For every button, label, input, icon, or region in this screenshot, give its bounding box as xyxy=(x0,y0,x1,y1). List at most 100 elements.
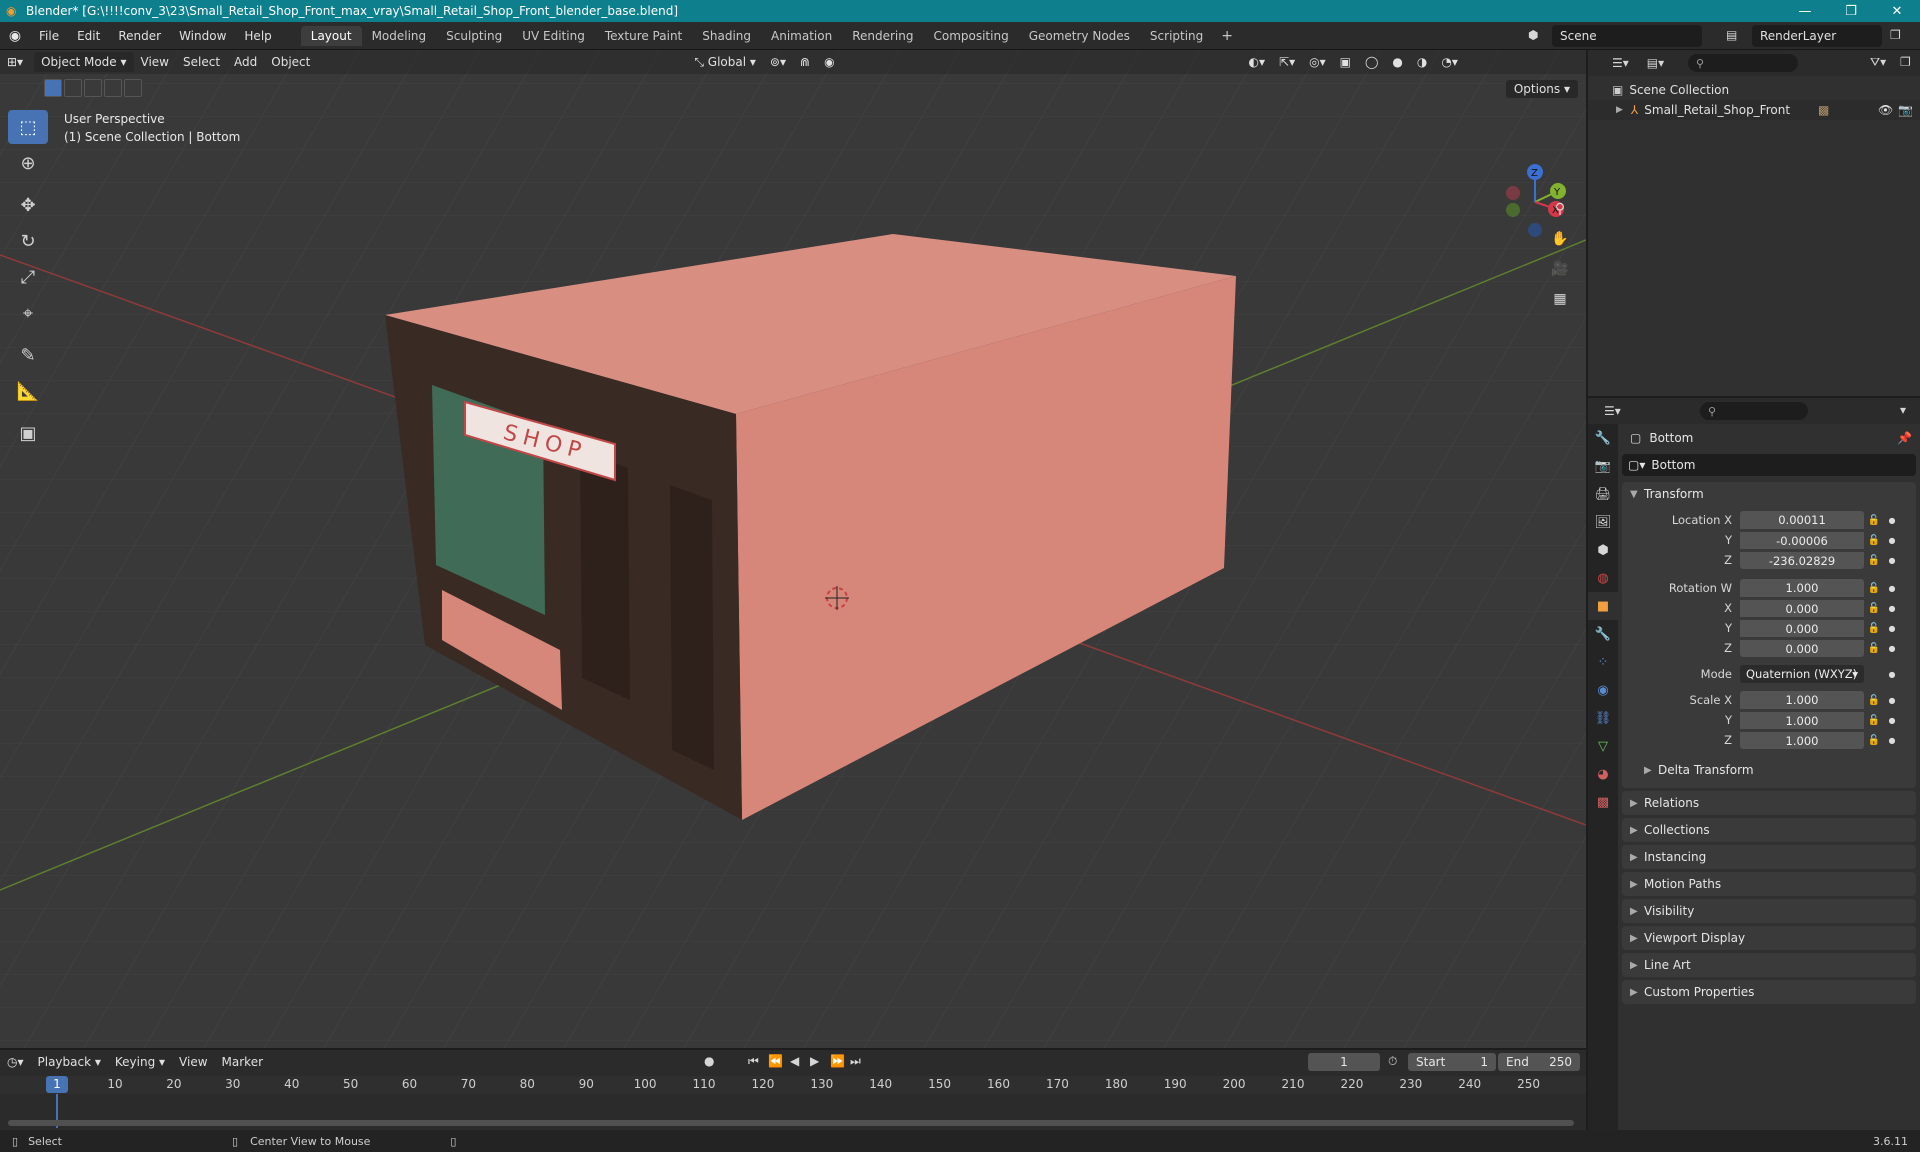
lock-icon[interactable]: 🔓 xyxy=(1864,643,1884,654)
filter-icon[interactable]: ⛛▾ xyxy=(1870,55,1886,70)
panel-line-art[interactable]: ▶ Line Art xyxy=(1622,953,1916,977)
outliner-item-row[interactable]: ▶ ⅄ Small_Retail_Shop_Front ▩ 👁 📷 xyxy=(1588,100,1920,120)
snap-icon[interactable]: ⋒ xyxy=(793,52,817,72)
tool-tab-icon[interactable]: 🔧 xyxy=(1588,424,1618,452)
gizmo-toggle-icon[interactable]: ⇱▾ xyxy=(1272,52,1302,72)
new-collection-icon[interactable]: ❐ xyxy=(1900,55,1911,69)
tab-scripting[interactable]: Scripting xyxy=(1140,26,1213,46)
rotation-y-field[interactable]: 0.000 xyxy=(1740,619,1864,637)
render-tab-icon[interactable]: 📷 xyxy=(1588,452,1618,480)
keyframe-dot-icon[interactable]: ● xyxy=(1884,670,1900,679)
select-invert-icon[interactable] xyxy=(104,79,122,97)
cursor-tool-icon[interactable]: ⊕ xyxy=(8,146,48,180)
timeline-current-frame[interactable]: 1 xyxy=(46,1076,68,1093)
render-layer-selector[interactable]: RenderLayer xyxy=(1752,25,1882,47)
close-button[interactable]: ✕ xyxy=(1874,0,1920,22)
properties-editor-icon[interactable]: ☰▾ xyxy=(1604,404,1621,418)
object-type-icon[interactable]: ▢▾ xyxy=(1628,458,1645,472)
add-workspace-button[interactable]: + xyxy=(1213,28,1241,44)
panel-collections[interactable]: ▶ Collections xyxy=(1622,818,1916,842)
scale-y-field[interactable]: 1.000 xyxy=(1740,711,1864,729)
rotation-w-field[interactable]: 1.000 xyxy=(1740,579,1864,597)
object-data-icon[interactable]: ▩ xyxy=(1818,103,1829,117)
current-frame-field[interactable]: 1 xyxy=(1308,1053,1380,1071)
menu-help[interactable]: Help xyxy=(235,29,280,43)
scene-selector[interactable]: Scene xyxy=(1552,25,1702,47)
mode-dropdown[interactable]: Object Mode ▾ xyxy=(34,52,134,72)
keyframe-dot-icon[interactable]: ● xyxy=(1884,536,1900,545)
menu-edit[interactable]: Edit xyxy=(68,29,109,43)
editor-type-icon[interactable]: ⊞▾ xyxy=(0,52,30,72)
render-layer-icon[interactable]: ▤ xyxy=(1726,28,1737,42)
keyframe-dot-icon[interactable]: ● xyxy=(1884,736,1900,745)
end-frame-field[interactable]: End 250 xyxy=(1498,1053,1580,1071)
timeline-scrollbar[interactable] xyxy=(8,1120,1574,1126)
add-cube-tool-icon[interactable]: ▣ xyxy=(8,416,48,450)
wireframe-shading-icon[interactable]: ◯ xyxy=(1358,52,1385,72)
menu-window[interactable]: Window xyxy=(170,29,235,43)
tab-layout[interactable]: Layout xyxy=(300,25,362,46)
xray-icon[interactable]: ▣ xyxy=(1333,52,1358,72)
view-layer-tab-icon[interactable]: 🖼 xyxy=(1588,508,1618,536)
texture-tab-icon[interactable]: ▩ xyxy=(1588,788,1618,816)
select-box-tool-icon[interactable]: ⬚ xyxy=(8,110,48,144)
rotation-mode-dropdown[interactable]: Quaternion (WXYZ) ▾ xyxy=(1740,665,1864,683)
select-extend-icon[interactable] xyxy=(64,79,82,97)
outliner-root-row[interactable]: ▣ Scene Collection xyxy=(1588,80,1920,100)
panel-instancing[interactable]: ▶ Instancing xyxy=(1622,845,1916,869)
gizmo-neg-z[interactable] xyxy=(1528,223,1542,237)
play-reverse-icon[interactable]: ◀ xyxy=(790,1054,799,1068)
panel-motion-paths[interactable]: ▶ Motion Paths xyxy=(1622,872,1916,896)
lock-icon[interactable]: 🔓 xyxy=(1864,555,1884,566)
keyframe-dot-icon[interactable]: ● xyxy=(1884,624,1900,633)
panel-custom-properties[interactable]: ▶ Custom Properties xyxy=(1622,980,1916,1004)
play-icon[interactable]: ▶ xyxy=(810,1054,819,1068)
select-subtract-icon[interactable] xyxy=(84,79,102,97)
menu-select[interactable]: Select xyxy=(176,52,227,72)
rotation-x-field[interactable]: 0.000 xyxy=(1740,599,1864,617)
maximize-button[interactable]: ❐ xyxy=(1828,0,1874,22)
orientation-dropdown[interactable]: ⤡ Global ▾ xyxy=(687,52,763,72)
lock-icon[interactable]: 🔓 xyxy=(1864,583,1884,594)
visibility-eye-icon[interactable]: 👁 xyxy=(1878,103,1893,117)
collapse-icon[interactable]: ▾ xyxy=(1900,403,1906,417)
solid-shading-icon[interactable]: ● xyxy=(1385,52,1409,72)
scene-icon[interactable]: ⬢ xyxy=(1528,28,1538,42)
orthographic-grid-icon[interactable]: ▦ xyxy=(1546,285,1574,313)
transform-tool-icon[interactable]: ⌖ xyxy=(8,296,48,330)
annotate-tool-icon[interactable]: ✎ xyxy=(8,338,48,372)
delta-transform-header[interactable]: ▶ Delta Transform xyxy=(1622,758,1916,782)
display-mode-icon[interactable]: ▤▾ xyxy=(1647,56,1664,70)
keyframe-dot-icon[interactable]: ● xyxy=(1884,516,1900,525)
keyframe-dot-icon[interactable]: ● xyxy=(1884,716,1900,725)
blender-menu-icon[interactable]: ◉ xyxy=(0,28,30,44)
scene-tab-icon[interactable]: ⬢ xyxy=(1588,536,1618,564)
move-tool-icon[interactable]: ✥ xyxy=(8,188,48,222)
3d-viewport[interactable]: SHOP Z Y X ⊞▾ Object Mode ▾ View Select … xyxy=(0,50,1586,1048)
menu-render[interactable]: Render xyxy=(109,29,170,43)
stopwatch-icon[interactable]: ⏱ xyxy=(1388,1054,1397,1069)
keyframe-dot-icon[interactable]: ● xyxy=(1884,696,1900,705)
location-z-field[interactable]: -236.02829 xyxy=(1740,551,1864,569)
constraints-tab-icon[interactable]: ⛓ xyxy=(1588,704,1618,732)
keyframe-dot-icon[interactable]: ● xyxy=(1884,604,1900,613)
menu-marker[interactable]: Marker xyxy=(215,1052,270,1072)
timeline-editor-icon[interactable]: ◷▾ xyxy=(0,1052,31,1072)
tab-texture-paint[interactable]: Texture Paint xyxy=(595,26,692,46)
menu-file[interactable]: File xyxy=(30,29,68,43)
render-camera-icon[interactable]: 📷 xyxy=(1898,103,1913,117)
data-tab-icon[interactable]: ▽ xyxy=(1588,732,1618,760)
object-name-field[interactable]: ▢▾ Bottom xyxy=(1622,454,1916,476)
panel-viewport-display[interactable]: ▶ Viewport Display xyxy=(1622,926,1916,950)
options-dropdown[interactable]: Options ▾ xyxy=(1505,80,1578,98)
transform-header[interactable]: ▼ Transform xyxy=(1622,482,1916,506)
object-tab-icon[interactable]: ■ xyxy=(1588,592,1618,620)
physics-tab-icon[interactable]: ◉ xyxy=(1588,676,1618,704)
select-intersect-icon[interactable] xyxy=(124,79,142,97)
prev-keyframe-icon[interactable]: ⏪ xyxy=(768,1054,783,1068)
location-x-field[interactable]: 0.00011 xyxy=(1740,511,1864,529)
tab-shading[interactable]: Shading xyxy=(692,26,761,46)
minimize-button[interactable]: — xyxy=(1782,0,1828,22)
tab-sculpting[interactable]: Sculpting xyxy=(436,26,512,46)
outliner-editor-icon[interactable]: ☰▾ xyxy=(1612,56,1629,70)
